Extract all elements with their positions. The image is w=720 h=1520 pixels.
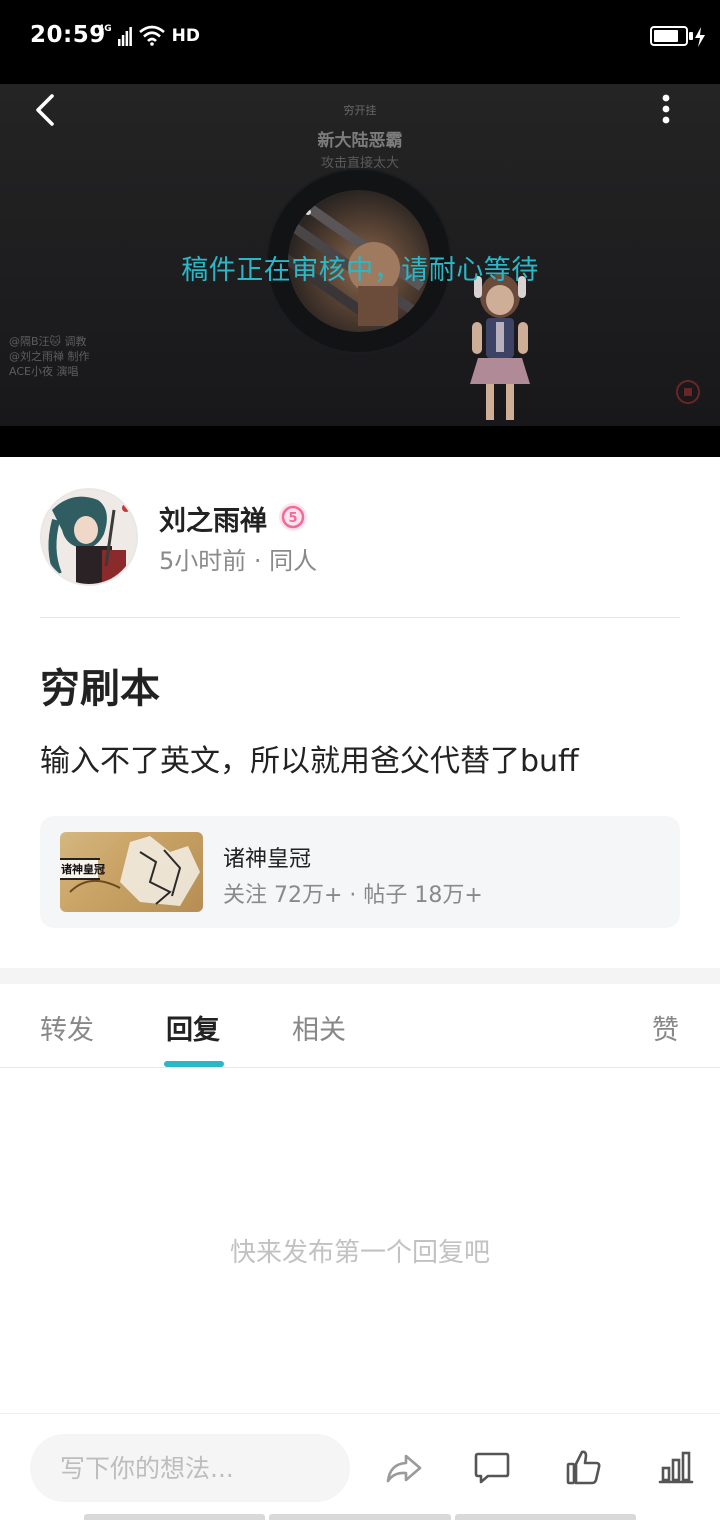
- record-button[interactable]: [676, 380, 700, 404]
- topic-thumbnail: 诸神皇冠: [60, 832, 203, 912]
- back-icon[interactable]: [30, 90, 66, 130]
- svg-text:5: 5: [288, 511, 297, 526]
- post-title: 穷刷本: [40, 666, 160, 712]
- status-time: 20:59: [30, 22, 106, 48]
- divider: [40, 617, 680, 618]
- more-options-icon[interactable]: [650, 90, 680, 130]
- battery-icon: [650, 26, 688, 46]
- tab-likes[interactable]: 赞: [652, 1008, 679, 1047]
- like-icon[interactable]: [564, 1448, 604, 1488]
- status-icons: 4G HD: [98, 24, 200, 46]
- credit-line: ACE小夜 演唱: [9, 365, 79, 378]
- post-meta: 5小时前 · 同人: [159, 547, 318, 575]
- credit-line: @刘之雨禅 制作: [9, 350, 90, 363]
- hd-label: HD: [171, 26, 200, 46]
- share-icon[interactable]: [384, 1448, 424, 1488]
- comment-input[interactable]: [30, 1434, 350, 1502]
- video-credits: @隔B汪🐱 调教 @刘之雨禅 制作 ACE小夜 演唱: [9, 334, 90, 379]
- charging-icon: [695, 27, 705, 47]
- section-separator: [0, 968, 720, 984]
- review-status-message: 稿件正在审核中，请耐心等待: [181, 255, 539, 286]
- wifi-icon: [138, 25, 165, 46]
- home-indicator: [84, 1514, 636, 1520]
- author-avatar[interactable]: [40, 488, 138, 586]
- topic-name: 诸神皇冠: [223, 847, 312, 872]
- stats-icon[interactable]: [656, 1448, 696, 1488]
- bottom-action-bar: [0, 1413, 720, 1520]
- network-label: 4G: [98, 24, 112, 34]
- status-bar: 20:59 4G HD: [0, 0, 720, 76]
- topic-card[interactable]: 诸神皇冠 诸神皇冠 关注 72万+ · 帖子 18万+: [40, 816, 680, 928]
- tab-bar: 转发 回复 相关 赞: [0, 984, 720, 1068]
- credit-line: @隔B汪🐱 调教: [9, 335, 87, 348]
- topic-stats: 关注 72万+ · 帖子 18万+: [223, 883, 483, 908]
- active-tab-indicator: [164, 1061, 224, 1067]
- tab-reposts[interactable]: 转发: [40, 1008, 94, 1047]
- video-song-title: 新大陆恶霸: [317, 131, 403, 151]
- tab-related[interactable]: 相关: [292, 1008, 346, 1047]
- character-illustration: [470, 274, 530, 420]
- video-song-artist: 穷开挂: [343, 104, 377, 117]
- battery-cap: [689, 32, 693, 40]
- tab-replies[interactable]: 回复: [166, 1008, 220, 1047]
- topic-thumb-logo: 诸神皇冠: [61, 863, 105, 876]
- comment-icon[interactable]: [472, 1448, 512, 1488]
- video-song-subtitle: 攻击直接太大: [320, 156, 399, 171]
- post-body: 输入不了英文，所以就用爸父代替了buff: [40, 744, 579, 779]
- video-player[interactable]: 穷开挂 新大陆恶霸 攻击直接太大 @隔B汪🐱 调教 @刘之雨禅 制作 ACE小夜…: [0, 76, 720, 457]
- level-badge-icon: 5: [279, 503, 307, 531]
- signal-icon: [117, 27, 132, 46]
- empty-state-message: 快来发布第一个回复吧: [229, 1238, 490, 1268]
- author-name[interactable]: 刘之雨禅: [159, 499, 267, 538]
- video-frame: 穷开挂 新大陆恶霸 攻击直接太大 @隔B汪🐱 调教 @刘之雨禅 制作 ACE小夜…: [0, 84, 720, 426]
